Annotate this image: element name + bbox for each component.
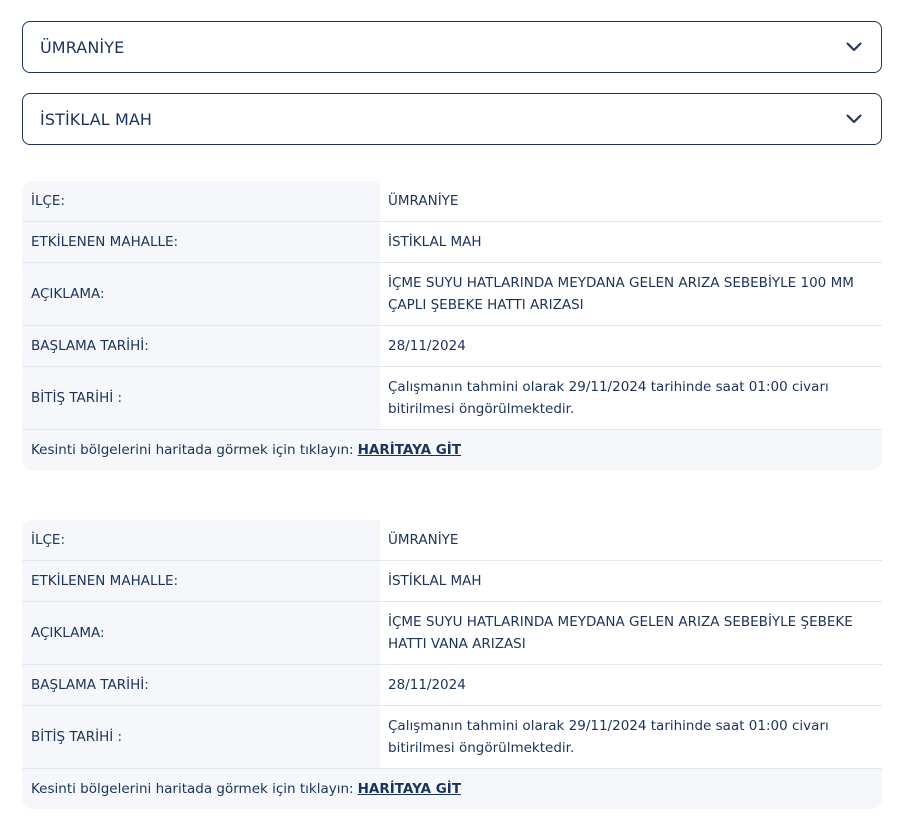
map-prompt: Kesinti bölgelerini haritada görmek için… bbox=[31, 442, 354, 458]
end-date-value: Çalışmanın tahmini olarak 29/11/2024 tar… bbox=[380, 367, 882, 429]
description-line: ÇAPLI ŞEBEKE HATTI ARIZASI bbox=[388, 297, 584, 313]
map-link[interactable]: HARİTAYA GİT bbox=[358, 442, 461, 458]
table-row: AÇIKLAMA: İÇME SUYU HATLARINDA MEYDANA G… bbox=[22, 602, 882, 665]
description-label: AÇIKLAMA: bbox=[22, 263, 380, 325]
description-line: HATTI VANA ARIZASI bbox=[388, 636, 526, 652]
table-row: BİTİŞ TARİHİ : Çalışmanın tahmini olarak… bbox=[22, 706, 882, 769]
table-row: İLÇE: ÜMRANİYE bbox=[22, 181, 882, 222]
end-date-label: BİTİŞ TARİHİ : bbox=[22, 706, 380, 768]
start-date-label: BAŞLAMA TARİHİ: bbox=[22, 326, 380, 366]
end-date-line: bitirilmesi öngörülmektedir. bbox=[388, 401, 575, 417]
neighborhood-label: ETKİLENEN MAHALLE: bbox=[22, 561, 380, 601]
district-value: ÜMRANİYE bbox=[380, 181, 882, 221]
start-date-value: 28/11/2024 bbox=[380, 326, 882, 366]
table-row: AÇIKLAMA: İÇME SUYU HATLARINDA MEYDANA G… bbox=[22, 263, 882, 326]
table-row: BAŞLAMA TARİHİ: 28/11/2024 bbox=[22, 665, 882, 706]
end-date-line: Çalışmanın tahmini olarak 29/11/2024 tar… bbox=[388, 718, 829, 734]
table-row: ETKİLENEN MAHALLE: İSTİKLAL MAH bbox=[22, 561, 882, 602]
end-date-line: Çalışmanın tahmini olarak 29/11/2024 tar… bbox=[388, 379, 829, 395]
page: ÜMRANİYE İSTİKLAL MAH İLÇE: ÜMRANİYE ETK… bbox=[0, 0, 900, 821]
table-row: BAŞLAMA TARİHİ: 28/11/2024 bbox=[22, 326, 882, 367]
district-value: ÜMRANİYE bbox=[380, 520, 882, 560]
description-label: AÇIKLAMA: bbox=[22, 602, 380, 664]
neighborhood-select-value: İSTİKLAL MAH bbox=[40, 109, 153, 129]
description-value: İÇME SUYU HATLARINDA MEYDANA GELEN ARIZA… bbox=[380, 263, 882, 325]
map-link[interactable]: HARİTAYA GİT bbox=[358, 781, 461, 797]
description-line: İÇME SUYU HATLARINDA MEYDANA GELEN ARIZA… bbox=[388, 614, 853, 630]
start-date-label: BAŞLAMA TARİHİ: bbox=[22, 665, 380, 705]
neighborhood-value: İSTİKLAL MAH bbox=[380, 561, 882, 601]
table-row: İLÇE: ÜMRANİYE bbox=[22, 520, 882, 561]
table-row: ETKİLENEN MAHALLE: İSTİKLAL MAH bbox=[22, 222, 882, 263]
end-date-value: Çalışmanın tahmini olarak 29/11/2024 tar… bbox=[380, 706, 882, 768]
neighborhood-label: ETKİLENEN MAHALLE: bbox=[22, 222, 380, 262]
description-line: İÇME SUYU HATLARINDA MEYDANA GELEN ARIZA… bbox=[388, 275, 854, 291]
map-prompt: Kesinti bölgelerini haritada görmek için… bbox=[31, 781, 354, 797]
chevron-down-icon bbox=[845, 38, 863, 56]
district-select-value: ÜMRANİYE bbox=[40, 37, 125, 57]
end-date-label: BİTİŞ TARİHİ : bbox=[22, 367, 380, 429]
end-date-line: bitirilmesi öngörülmektedir. bbox=[388, 740, 575, 756]
district-label: İLÇE: bbox=[22, 520, 380, 560]
table-row: BİTİŞ TARİHİ : Çalışmanın tahmini olarak… bbox=[22, 367, 882, 430]
map-footer: Kesinti bölgelerini haritada görmek için… bbox=[22, 430, 882, 470]
start-date-value: 28/11/2024 bbox=[380, 665, 882, 705]
map-footer: Kesinti bölgelerini haritada görmek için… bbox=[22, 769, 882, 809]
district-label: İLÇE: bbox=[22, 181, 380, 221]
neighborhood-value: İSTİKLAL MAH bbox=[380, 222, 882, 262]
chevron-down-icon bbox=[845, 110, 863, 128]
district-select[interactable]: ÜMRANİYE bbox=[22, 21, 882, 73]
description-value: İÇME SUYU HATLARINDA MEYDANA GELEN ARIZA… bbox=[380, 602, 882, 664]
neighborhood-select[interactable]: İSTİKLAL MAH bbox=[22, 93, 882, 145]
outage-card: İLÇE: ÜMRANİYE ETKİLENEN MAHALLE: İSTİKL… bbox=[22, 181, 882, 470]
outage-card: İLÇE: ÜMRANİYE ETKİLENEN MAHALLE: İSTİKL… bbox=[22, 520, 882, 809]
